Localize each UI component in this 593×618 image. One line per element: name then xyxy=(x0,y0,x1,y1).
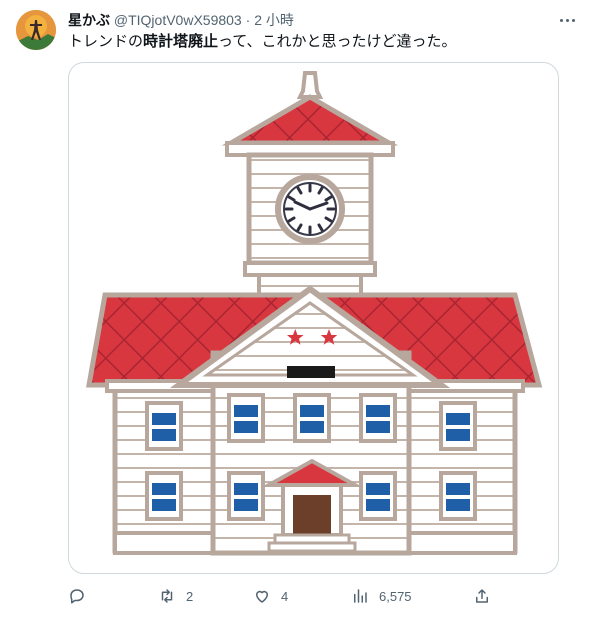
share-button[interactable] xyxy=(473,584,491,608)
like-count: 4 xyxy=(281,588,289,604)
author-handle[interactable]: @TIQjotV0wX59803 xyxy=(114,12,242,28)
tweet-time[interactable]: 2 小時 xyxy=(254,12,294,28)
tweet-header: 星かぶ @TIQjotV0wX59803 · 2 小時 xyxy=(68,10,577,30)
avatar[interactable] xyxy=(16,10,56,50)
views-chart-icon xyxy=(354,589,367,603)
retweet-icon xyxy=(161,589,173,603)
tweet-text: トレンドの時計塔廃止って、これかと思ったけど違った。 xyxy=(68,32,577,52)
clock-tower-illustration xyxy=(86,71,543,556)
retweet-count: 2 xyxy=(186,588,194,604)
retweet-button[interactable]: 2 xyxy=(158,584,193,608)
tweet-media[interactable] xyxy=(68,62,559,574)
views-count: 6,575 xyxy=(379,588,412,604)
tweet-text-after: って、これかと思ったけど違った。 xyxy=(218,33,457,50)
tweet-actions: 2 4 6,575 xyxy=(68,584,498,608)
like-button[interactable]: 4 xyxy=(253,584,288,608)
heart-icon xyxy=(256,590,268,603)
author-name[interactable]: 星かぶ xyxy=(68,12,110,28)
trend-highlight: 時計塔廃止 xyxy=(143,33,219,50)
views-button[interactable]: 6,575 xyxy=(351,584,412,608)
avatar-image xyxy=(16,10,56,50)
reply-icon xyxy=(70,589,84,604)
more-dots-icon xyxy=(559,18,563,22)
reply-button[interactable] xyxy=(68,584,96,608)
more-dot xyxy=(565,18,569,22)
tweet-text-before: トレンドの xyxy=(68,33,144,50)
more-dot xyxy=(571,18,575,22)
more-options-button[interactable] xyxy=(555,12,579,28)
separator-dot: · xyxy=(245,12,251,28)
share-icon xyxy=(476,589,488,603)
